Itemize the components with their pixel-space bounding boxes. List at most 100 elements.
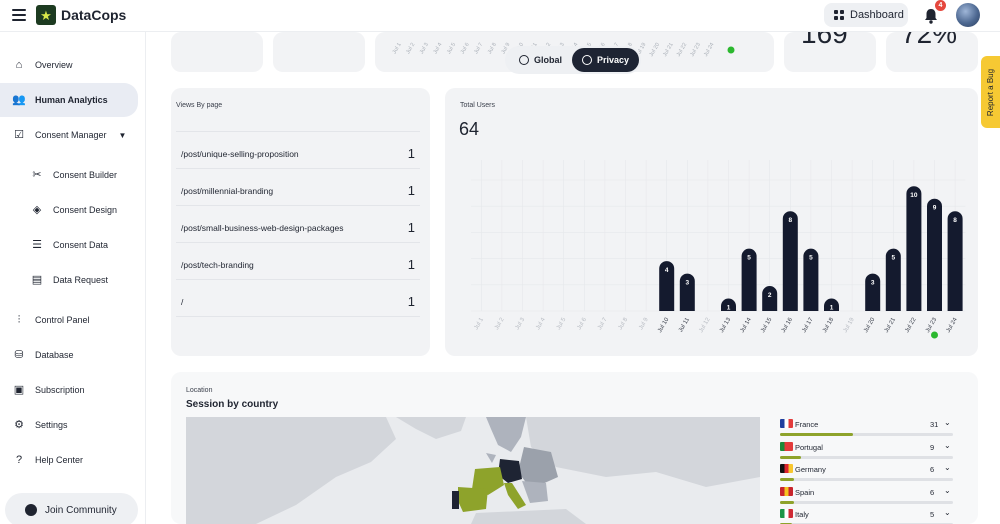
x-tick-label: Jul 7 <box>473 42 484 55</box>
chevron-down-icon[interactable]: ▼ <box>119 131 127 140</box>
page-path: /post/unique-selling-proposition <box>181 149 299 159</box>
page-view-count: 1 <box>407 183 415 198</box>
sidebar-item-subscription[interactable]: ▣ Subscription <box>0 373 138 407</box>
table-row[interactable]: /post/unique-selling-proposition 1 <box>176 131 420 168</box>
x-tick-label: Jul 13 <box>719 316 733 333</box>
chevron-down-icon[interactable]: ⌄ <box>944 441 951 450</box>
sidebar-item-human-analytics[interactable]: 👥 Human Analytics <box>0 83 138 117</box>
sidebar-item-database[interactable]: ⛁ Database <box>0 338 138 372</box>
x-tick-label: Jul 12 <box>698 316 712 333</box>
x-tick-label: Jul 8 <box>618 316 630 331</box>
page-path: /post/tech-branding <box>181 260 254 270</box>
x-tick-label: Jul 19 <box>843 316 857 333</box>
sidebar-item-consent-manager[interactable]: ☑ Consent Manager ▼ <box>0 118 138 152</box>
tools-icon: ✂ <box>32 168 42 181</box>
table-row[interactable]: /post/millennial-branding 1 <box>176 168 420 205</box>
country-name: Italy <box>795 510 809 519</box>
total-users-title: Total Users <box>460 102 496 109</box>
chevron-down-icon[interactable]: ⌄ <box>944 508 951 517</box>
sidebar-item-settings[interactable]: ⚙ Settings <box>0 408 138 442</box>
table-row[interactable]: /1 <box>176 279 420 316</box>
live-indicator-icon <box>727 46 735 54</box>
sidebar-item-overview[interactable]: ⌂ Overview <box>0 48 138 82</box>
world-map[interactable] <box>186 417 760 524</box>
join-community-button[interactable]: Join Community <box>5 493 138 524</box>
report-bug-button[interactable]: Report a Bug <box>981 56 1000 128</box>
menu-icon[interactable] <box>12 9 26 21</box>
global-toggle-button[interactable]: Global <box>509 48 572 72</box>
chart-bar[interactable] <box>947 211 963 311</box>
wallet-icon: ▣ <box>13 383 25 396</box>
x-tick-label: Jul 3 <box>515 316 527 331</box>
sidebar-item-consent-design[interactable]: ◈ Consent Design <box>0 193 138 227</box>
x-tick-label: Jul 21 <box>884 316 898 333</box>
country-row[interactable]: France 31 ⌄ <box>780 417 954 439</box>
dashboard-button[interactable]: Dashboard <box>824 3 908 27</box>
avatar[interactable] <box>956 3 980 27</box>
community-icon <box>25 504 37 516</box>
mode-toggle: Global Privacy <box>505 46 641 74</box>
x-tick-label: Jul 10 <box>657 316 671 333</box>
country-share-track <box>780 478 953 481</box>
table-divider <box>176 316 420 317</box>
sliders-icon: ⫶ <box>17 313 21 326</box>
sidebar-item-help-center[interactable]: ? Help Center <box>0 443 138 477</box>
x-tick-label: Jul 1 <box>473 316 485 331</box>
sidebar-item-label: Help Center <box>35 455 84 465</box>
sidebar-item-consent-data[interactable]: ☰ Consent Data <box>0 228 138 262</box>
shield-icon <box>582 55 592 65</box>
country-row[interactable]: Portugal 9 ⌄ <box>780 440 954 462</box>
bar-data-label: 5 <box>747 255 751 262</box>
chart-bar[interactable] <box>906 186 922 311</box>
chevron-down-icon[interactable]: ⌄ <box>944 418 951 427</box>
x-tick-label: Jul 11 <box>678 316 691 333</box>
x-tick-label: Jul 4 <box>535 316 547 331</box>
flag-icon <box>780 441 793 451</box>
country-name: Portugal <box>795 442 823 452</box>
country-row[interactable]: Spain 6 ⌄ <box>780 485 954 507</box>
x-tick-label: Jul 15 <box>760 316 774 333</box>
x-tick-label: Jul 7 <box>597 316 609 331</box>
chart-bar[interactable] <box>927 198 942 311</box>
bar-data-label: 8 <box>953 217 957 224</box>
home-icon: ⌂ <box>15 58 23 71</box>
flag-icon <box>780 509 793 518</box>
country-row[interactable]: Italy 5 ⌄ <box>780 507 954 524</box>
sidebar-item-label: Consent Design <box>53 205 118 215</box>
gear-icon: ⚙ <box>14 418 24 431</box>
x-tick-label: Jul 9 <box>638 316 650 331</box>
chart-bar[interactable] <box>782 211 798 311</box>
x-tick-label: Jul 16 <box>781 316 795 333</box>
privacy-toggle-button[interactable]: Privacy <box>572 48 640 72</box>
page-view-count: 1 <box>407 146 415 161</box>
page-path: / <box>181 297 184 307</box>
grid-icon <box>834 10 844 20</box>
table-row[interactable]: /post/tech-branding 1 <box>176 242 420 279</box>
x-tick-label: Jul 22 <box>676 42 689 58</box>
live-indicator-icon <box>931 331 938 339</box>
country-share-track <box>780 500 953 504</box>
sidebar-item-control-panel[interactable]: ⫶ Control Panel <box>0 303 138 337</box>
bar-data-label: 2 <box>768 292 772 299</box>
bar-data-label: 5 <box>809 255 813 262</box>
bar-data-label: 8 <box>788 217 792 224</box>
x-tick-label: Jul 22 <box>904 316 918 333</box>
chevron-down-icon[interactable]: ⌄ <box>944 486 951 495</box>
top-bar: ★ DataCops Dashboard 4 <box>0 0 1000 32</box>
stat-card <box>273 32 365 72</box>
country-sessions: 6 <box>930 465 935 474</box>
page-path: /post/small-business-web-design-packages <box>181 223 344 233</box>
country-row[interactable]: Germany 6 ⌄ <box>780 462 954 484</box>
country-sessions: 5 <box>930 510 935 519</box>
x-tick-label: Jul 20 <box>649 42 662 58</box>
x-tick-label: Jul 8 <box>487 42 498 55</box>
logo-icon: ★ <box>36 5 56 25</box>
sidebar-item-data-request[interactable]: ▤ Data Request <box>0 263 138 297</box>
table-row[interactable]: /post/small-business-web-design-packages… <box>176 205 420 242</box>
x-tick-label: Jul 24 <box>946 316 960 333</box>
chevron-down-icon[interactable]: ⌄ <box>944 463 951 472</box>
country-share-bar <box>780 500 794 504</box>
x-tick-label: Jul 21 <box>662 42 675 58</box>
sidebar-item-consent-builder[interactable]: ✂ Consent Builder <box>0 158 138 192</box>
views-by-page-title: Views By page <box>176 102 223 109</box>
